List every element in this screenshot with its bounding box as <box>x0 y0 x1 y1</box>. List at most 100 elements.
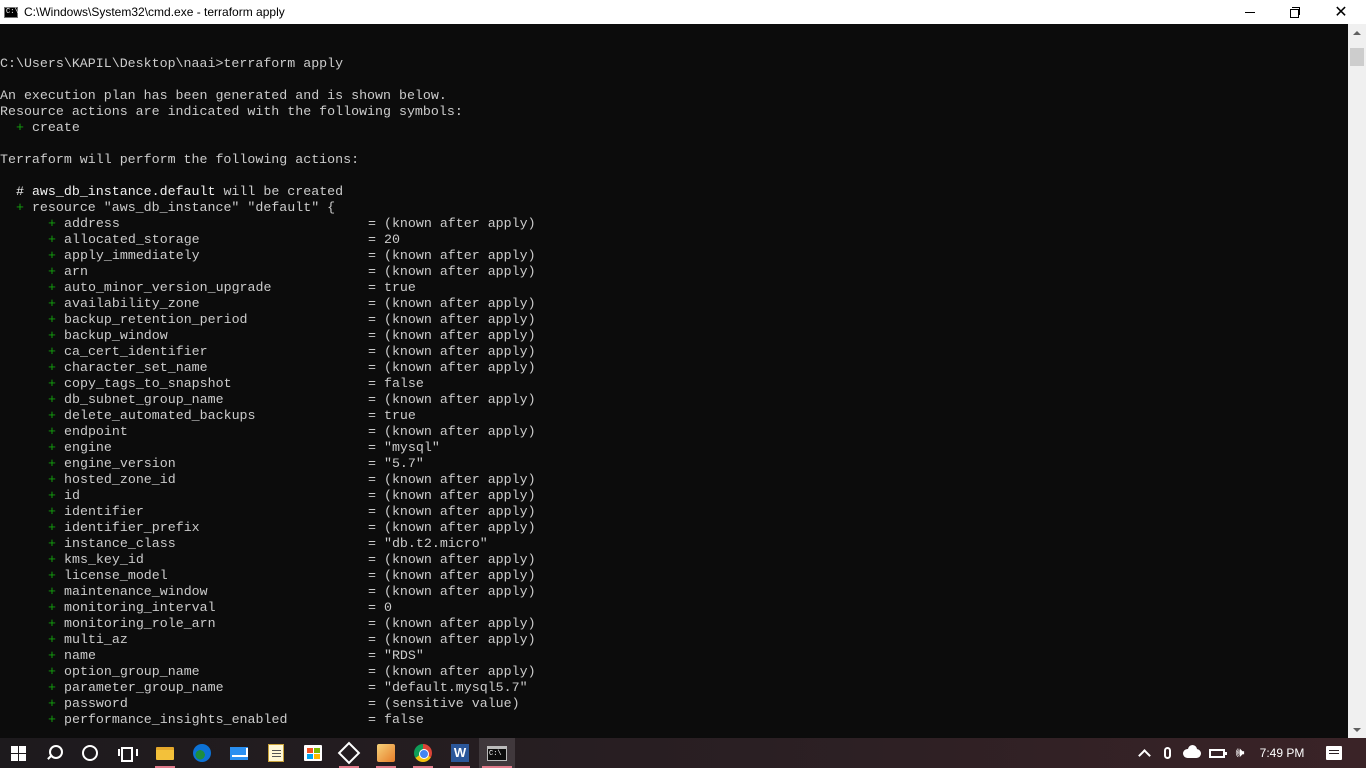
minimize-icon <box>1245 11 1255 13</box>
vertical-scrollbar[interactable] <box>1348 24 1366 738</box>
attribute-line: + auto_minor_version_upgrade = true <box>0 280 1340 296</box>
attribute-name: engine_version <box>64 456 176 471</box>
attribute-value-wrapper: = (known after apply) <box>368 392 536 408</box>
resource-comment: # aws_db_instance.default will be create… <box>0 184 343 200</box>
attribute-line: + maintenance_window = (known after apply) <box>0 584 1340 600</box>
attribute-value-wrapper: = (known after apply) <box>368 344 536 360</box>
attribute-value: (known after apply) <box>383 296 536 311</box>
equals-sign: = <box>368 680 376 695</box>
plus-symbol: + <box>48 696 56 711</box>
attribute-line: + endpoint = (known after apply) <box>0 424 1340 440</box>
scroll-up-button[interactable] <box>1348 24 1366 41</box>
attribute-value: (known after apply) <box>383 472 536 487</box>
attribute-line: + arn = (known after apply) <box>0 264 1340 280</box>
taskbar-chrome[interactable] <box>405 738 441 768</box>
scroll-thumb[interactable] <box>1350 48 1364 66</box>
attribute-value: (known after apply) <box>383 392 536 407</box>
attribute-line: + password = (sensitive value) <box>0 696 1340 712</box>
title-bar[interactable]: C:\ C:\Windows\System32\cmd.exe - terraf… <box>0 0 1366 24</box>
attribute-line: + character_set_name = (known after apply) <box>0 360 1340 376</box>
attribute-name: character_set_name <box>64 360 208 375</box>
attribute-value-wrapper: = (known after apply) <box>368 520 536 536</box>
taskbar-file-explorer[interactable] <box>147 738 183 768</box>
equals-sign: = <box>368 456 376 471</box>
taskbar-word[interactable]: W <box>442 738 478 768</box>
taskbar-notepad[interactable] <box>258 738 294 768</box>
equals-sign: = <box>368 312 376 327</box>
attribute-value: "default.mysql5.7" <box>383 680 528 695</box>
attribute-line: + monitoring_role_arn = (known after apply… <box>0 616 1340 632</box>
attribute-value: "mysql" <box>383 440 440 455</box>
cortana-button[interactable] <box>72 738 108 768</box>
close-button[interactable]: ✕ <box>1318 0 1364 24</box>
equals-sign: = <box>368 712 376 727</box>
microphone-button[interactable] <box>1158 738 1176 768</box>
attribute-value: 0 <box>383 600 392 615</box>
attribute-value-wrapper: = 0 <box>368 600 392 616</box>
equals-sign: = <box>368 392 376 407</box>
taskbar-paint[interactable] <box>368 738 404 768</box>
attribute-name: performance_insights_enabled <box>64 712 288 727</box>
onedrive-button[interactable] <box>1180 738 1204 768</box>
cmd-icon: C:\ <box>4 6 19 18</box>
chrome-icon <box>414 744 432 762</box>
clock-button[interactable]: 7:49 PM <box>1254 738 1310 768</box>
battery-button[interactable] <box>1206 738 1228 768</box>
attribute-value: (known after apply) <box>383 552 536 567</box>
console-output[interactable]: C:\Users\KAPIL\Desktop\naai>terraform ap… <box>0 24 1348 738</box>
plus-symbol: + <box>48 424 56 439</box>
comment-suffix: will be created <box>223 184 344 199</box>
attribute-line: + delete_automated_backups = true <box>0 408 1340 424</box>
scroll-down-button[interactable] <box>1348 721 1366 738</box>
restore-button[interactable] <box>1272 0 1318 24</box>
attribute-value: (known after apply) <box>383 312 536 327</box>
plus-symbol: + <box>48 312 56 327</box>
task-view-button[interactable] <box>108 738 144 768</box>
attribute-value-wrapper: = (known after apply) <box>368 488 536 504</box>
taskbar-store[interactable] <box>295 738 331 768</box>
equals-sign: = <box>368 600 376 615</box>
paint-icon <box>377 744 395 762</box>
attribute-name: multi_az <box>64 632 128 647</box>
taskbar-command-prompt[interactable]: C:\ <box>479 738 515 768</box>
taskbar-3d-viewer[interactable] <box>331 738 367 768</box>
plus-symbol: + <box>48 504 56 519</box>
equals-sign: = <box>368 504 376 519</box>
volume-button[interactable]: 🕪 <box>1230 738 1250 768</box>
arrow-down-icon <box>1353 727 1361 732</box>
chevron-up-icon <box>1137 748 1151 762</box>
plus-symbol: + <box>48 520 56 535</box>
equals-sign: = <box>368 232 376 247</box>
plus-symbol: + <box>15 200 24 215</box>
attribute-value-wrapper: = (known after apply) <box>368 296 536 312</box>
onedrive-cloud-icon <box>1183 744 1201 758</box>
plus-symbol: + <box>48 616 56 631</box>
search-button[interactable] <box>36 738 72 768</box>
attribute-value: (known after apply) <box>383 488 536 503</box>
equals-sign: = <box>368 520 376 535</box>
taskbar-mail[interactable] <box>221 738 257 768</box>
attribute-value-wrapper: = false <box>368 376 424 392</box>
notification-icon <box>1326 746 1342 760</box>
attribute-value: (sensitive value) <box>383 696 520 711</box>
attribute-line: + engine_version = "5.7" <box>0 456 1340 472</box>
attribute-value: "5.7" <box>383 456 424 471</box>
search-icon <box>46 745 63 761</box>
clock-time: 7:49 PM <box>1259 746 1305 760</box>
attribute-line: + hosted_zone_id = (known after apply) <box>0 472 1340 488</box>
attribute-line: + backup_window = (known after apply) <box>0 328 1340 344</box>
plus-symbol: + <box>48 472 56 487</box>
attribute-value-wrapper: = (known after apply) <box>368 568 536 584</box>
attribute-name: db_subnet_group_name <box>64 392 224 407</box>
attribute-line: + backup_retention_period = (known after a… <box>0 312 1340 328</box>
attribute-line: + instance_class = "db.t2.micro" <box>0 536 1340 552</box>
start-button[interactable] <box>0 738 36 768</box>
taskbar-edge[interactable] <box>184 738 220 768</box>
minimize-button[interactable] <box>1227 0 1273 24</box>
show-hidden-icons-button[interactable] <box>1134 738 1154 768</box>
windows-logo-icon <box>10 745 26 761</box>
attribute-value: true <box>383 408 416 423</box>
equals-sign: = <box>368 280 376 295</box>
action-center-button[interactable] <box>1320 738 1348 768</box>
attribute-value-wrapper: = (known after apply) <box>368 264 536 280</box>
